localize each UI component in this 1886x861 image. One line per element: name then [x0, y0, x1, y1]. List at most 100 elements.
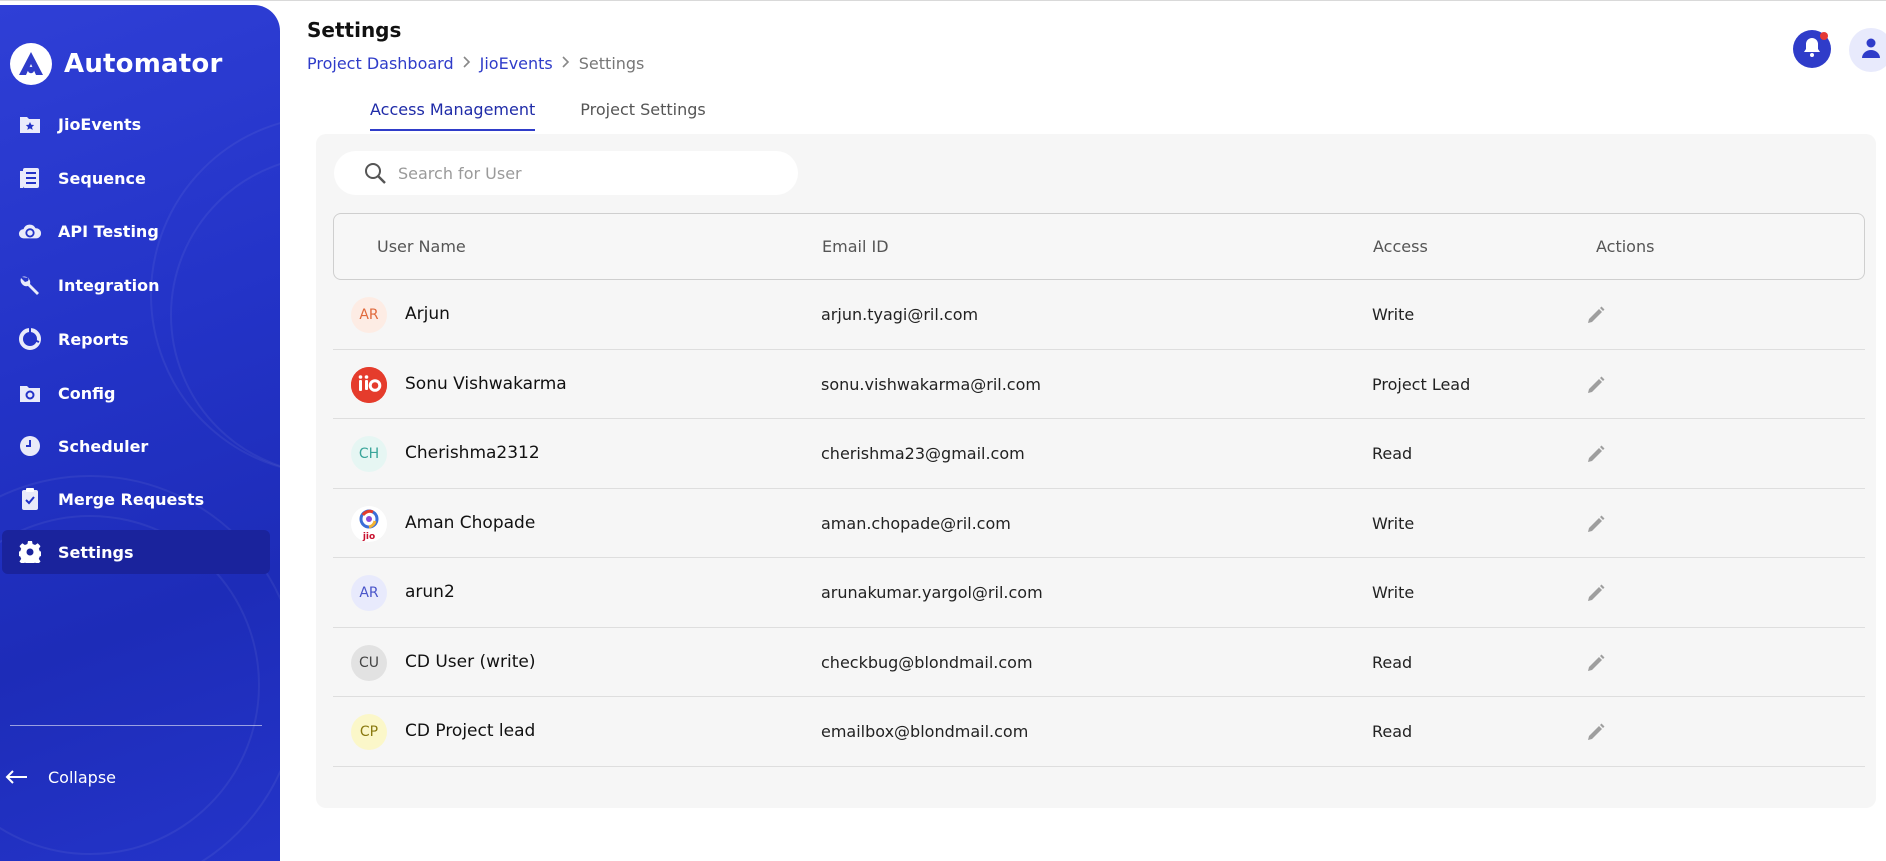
table-row[interactable]: Sonu Vishwakarma sonu.vishwakarma@ril.co… [333, 350, 1865, 419]
sidebar-item-label: Scheduler [58, 436, 149, 456]
search-icon [364, 161, 388, 185]
page-title: Settings [307, 18, 402, 42]
search-input[interactable] [398, 163, 778, 183]
user-name: Aman Chopade [405, 512, 536, 533]
arrow-left-icon [4, 765, 30, 789]
tab-project-settings[interactable]: Project Settings [580, 100, 705, 131]
column-header-access[interactable]: Access [1373, 237, 1428, 256]
sidebar-item-settings[interactable]: Settings [2, 530, 270, 574]
table-row[interactable]: jio Aman Chopade aman.chopade@ril.com Wr… [333, 489, 1865, 558]
avatar: AR [351, 297, 387, 333]
chevron-right-icon [463, 55, 471, 72]
wrench-icon [18, 273, 42, 297]
sidebar-item-scheduler[interactable]: Scheduler [2, 424, 270, 468]
edit-icon[interactable] [1583, 302, 1609, 328]
user-table-body: AR Arjun arjun.tyagi@ril.com Write Sonu … [333, 280, 1865, 767]
clock-icon [18, 434, 42, 458]
avatar: CH [351, 436, 387, 472]
folder-star-icon [18, 112, 42, 136]
breadcrumb-settings: Settings [578, 54, 645, 73]
edit-icon[interactable] [1583, 372, 1609, 398]
user-email: arjun.tyagi@ril.com [821, 305, 979, 324]
sidebar-item-api-testing[interactable]: API Testing [2, 209, 270, 253]
table-row[interactable]: AR arun2 arunakumar.yargol@ril.com Write [333, 558, 1865, 628]
gear-icon [18, 540, 42, 564]
table-row[interactable]: CP CD Project lead emailbox@blondmail.co… [333, 697, 1865, 767]
clipboard-check-icon [18, 487, 42, 511]
pie-chart-icon [18, 327, 42, 351]
sidebar-item-label: Config [58, 383, 116, 403]
edit-icon[interactable] [1583, 441, 1609, 467]
user-name: CD User (write) [405, 651, 536, 672]
svg-text:jio: jio [362, 532, 375, 542]
edit-icon[interactable] [1583, 650, 1609, 676]
user-access: Write [1372, 305, 1415, 324]
table-row[interactable]: CU CD User (write) checkbug@blondmail.co… [333, 628, 1865, 697]
edit-icon[interactable] [1583, 580, 1609, 606]
user-access: Write [1372, 583, 1415, 602]
sidebar-item-integration[interactable]: Integration [2, 263, 270, 307]
avatar: AR [351, 575, 387, 611]
avatar: CP [351, 714, 387, 750]
sidebar-item-merge-requests[interactable]: Merge Requests [2, 477, 270, 521]
user-name: Arjun [405, 304, 450, 324]
sidebar-item-label: JioEvents [58, 114, 142, 134]
jio-ring-logo-avatar: jio [351, 505, 387, 542]
settings-tabs: Access Management Project Settings [370, 100, 751, 131]
breadcrumb-jioevents[interactable]: JioEvents [480, 54, 553, 73]
breadcrumb-project-dashboard[interactable]: Project Dashboard [307, 54, 454, 73]
folder-gear-icon [18, 381, 42, 405]
user-menu-button[interactable] [1849, 28, 1886, 72]
table-row[interactable]: CH Cherishma2312 cherishma23@gmail.com R… [333, 419, 1865, 489]
user-email: checkbug@blondmail.com [821, 652, 1033, 672]
table-header: User Name Email ID Access Actions [333, 213, 1865, 280]
user-email: cherishma23@gmail.com [821, 444, 1025, 463]
user-access: Read [1372, 722, 1413, 741]
sidebar-item-label: Merge Requests [58, 489, 205, 509]
cloud-sync-icon [18, 219, 42, 243]
tab-access-management[interactable]: Access Management [370, 100, 536, 131]
breadcrumb: Project Dashboard JioEvents Settings [307, 54, 644, 73]
collapse-label: Collapse [48, 767, 116, 787]
user-email: sonu.vishwakarma@ril.com [821, 374, 1041, 394]
chevron-right-icon [562, 55, 570, 72]
sidebar-item-label: Settings [58, 542, 134, 562]
user-access: Read [1372, 444, 1413, 463]
sidebar-item-reports[interactable]: Reports [2, 317, 270, 361]
user-icon [1862, 38, 1880, 63]
notification-button[interactable] [1793, 30, 1831, 68]
edit-icon[interactable] [1583, 719, 1609, 745]
column-header-actions: Actions [1596, 237, 1655, 256]
sidebar-item-label: API Testing [58, 221, 159, 241]
access-management-panel: User Name Email ID Access Actions AR Arj… [316, 134, 1876, 808]
avatar: CU [351, 644, 387, 681]
user-name: Cherishma2312 [405, 443, 540, 463]
sidebar: Automator JioEvents Sequence API Testing… [0, 5, 280, 861]
bell-icon [1802, 36, 1822, 63]
sidebar-item-label: Sequence [58, 168, 146, 188]
user-access: Write [1372, 513, 1415, 533]
user-access: Read [1372, 652, 1413, 672]
column-header-email-id[interactable]: Email ID [822, 237, 889, 256]
jio-logo-avatar [351, 366, 387, 403]
sidebar-item-sequence[interactable]: Sequence [2, 156, 270, 200]
sidebar-item-config[interactable]: Config [2, 371, 270, 415]
user-email: emailbox@blondmail.com [821, 722, 1029, 741]
sidebar-item-label: Integration [58, 275, 160, 295]
collapse-button[interactable]: Collapse [4, 765, 116, 789]
user-name: Sonu Vishwakarma [405, 373, 567, 394]
sidebar-item-jioevents[interactable]: JioEvents [2, 102, 270, 146]
notification-dot [1820, 32, 1828, 40]
user-email: aman.chopade@ril.com [821, 513, 1011, 533]
top-border [0, 0, 1886, 4]
app-name: Automator [64, 49, 223, 79]
edit-icon[interactable] [1583, 511, 1609, 537]
brand[interactable]: Automator [10, 43, 222, 85]
user-email: arunakumar.yargol@ril.com [821, 583, 1043, 602]
column-header-user-name[interactable]: User Name [377, 237, 466, 256]
search-box[interactable] [334, 151, 798, 195]
document-list-icon [18, 166, 42, 190]
table-row[interactable]: AR Arjun arjun.tyagi@ril.com Write [333, 280, 1865, 350]
sidebar-item-label: Reports [58, 329, 129, 349]
user-name: arun2 [405, 582, 455, 602]
